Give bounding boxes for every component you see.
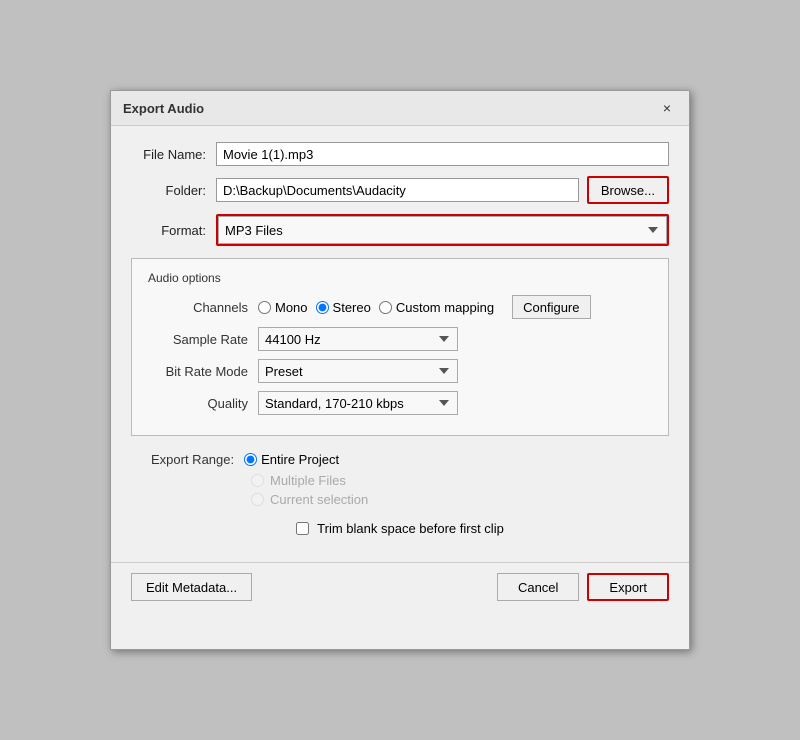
bit-rate-mode-select[interactable]: Preset Variable Average Constant bbox=[258, 359, 458, 383]
channels-radio-group: Mono Stereo Custom mapping Configure bbox=[258, 295, 591, 319]
channels-row: Channels Mono Stereo Custom mapping Conf bbox=[148, 295, 652, 319]
custom-mapping-option[interactable]: Custom mapping bbox=[379, 300, 494, 315]
trim-label: Trim blank space before first clip bbox=[317, 521, 504, 536]
audio-options-title: Audio options bbox=[148, 271, 652, 285]
folder-label: Folder: bbox=[131, 183, 216, 198]
multiple-files-radio[interactable] bbox=[251, 474, 264, 487]
file-name-row: File Name: bbox=[131, 142, 669, 166]
bit-rate-mode-label: Bit Rate Mode bbox=[148, 364, 258, 379]
sample-rate-select[interactable]: 8000 Hz 11025 Hz 16000 Hz 22050 Hz 44100… bbox=[258, 327, 458, 351]
browse-button[interactable]: Browse... bbox=[587, 176, 669, 204]
dialog-content: File Name: Folder: Browse... Format: MP3… bbox=[111, 126, 689, 552]
trim-checkbox[interactable] bbox=[296, 522, 309, 535]
mono-label: Mono bbox=[275, 300, 308, 315]
folder-row: Folder: Browse... bbox=[131, 176, 669, 204]
entire-project-radio[interactable] bbox=[244, 453, 257, 466]
trim-checkbox-row: Trim blank space before first clip bbox=[131, 521, 669, 536]
bottom-right-buttons: Cancel Export bbox=[497, 573, 669, 601]
export-range-section: Export Range: Entire Project Multiple Fi… bbox=[131, 452, 669, 507]
quality-label: Quality bbox=[148, 396, 258, 411]
audio-options-box: Audio options Channels Mono Stereo Cus bbox=[131, 258, 669, 436]
format-select[interactable]: MP3 Files WAV (Microsoft) AIFF (Apple) O… bbox=[218, 216, 667, 244]
export-range-title-row: Export Range: Entire Project bbox=[151, 452, 649, 467]
current-selection-option[interactable]: Current selection bbox=[151, 492, 649, 507]
format-label: Format: bbox=[131, 223, 216, 238]
mono-option[interactable]: Mono bbox=[258, 300, 308, 315]
bottom-bar: Edit Metadata... Cancel Export bbox=[111, 562, 689, 611]
export-audio-dialog: Export Audio × File Name: Folder: Browse… bbox=[110, 90, 690, 650]
custom-mapping-label: Custom mapping bbox=[396, 300, 494, 315]
quality-row: Quality Standard, 170-210 kbps Medium, 1… bbox=[148, 391, 652, 415]
entire-project-option[interactable]: Entire Project bbox=[244, 452, 339, 467]
custom-radio[interactable] bbox=[379, 301, 392, 314]
stereo-label: Stereo bbox=[333, 300, 371, 315]
mono-radio[interactable] bbox=[258, 301, 271, 314]
export-range-label: Export Range: bbox=[151, 452, 234, 467]
sample-rate-label: Sample Rate bbox=[148, 332, 258, 347]
folder-input[interactable] bbox=[216, 178, 579, 202]
edit-metadata-button[interactable]: Edit Metadata... bbox=[131, 573, 252, 601]
current-selection-radio[interactable] bbox=[251, 493, 264, 506]
channels-label: Channels bbox=[148, 300, 258, 315]
export-button[interactable]: Export bbox=[587, 573, 669, 601]
file-name-label: File Name: bbox=[131, 147, 216, 162]
multiple-files-label: Multiple Files bbox=[270, 473, 346, 488]
stereo-option[interactable]: Stereo bbox=[316, 300, 371, 315]
dialog-title: Export Audio bbox=[123, 101, 204, 116]
cancel-button[interactable]: Cancel bbox=[497, 573, 579, 601]
quality-select[interactable]: Standard, 170-210 kbps Medium, 145-185 k… bbox=[258, 391, 458, 415]
format-select-wrapper: MP3 Files WAV (Microsoft) AIFF (Apple) O… bbox=[216, 214, 669, 246]
bit-rate-mode-row: Bit Rate Mode Preset Variable Average Co… bbox=[148, 359, 652, 383]
title-bar: Export Audio × bbox=[111, 91, 689, 126]
format-row: Format: MP3 Files WAV (Microsoft) AIFF (… bbox=[131, 214, 669, 246]
multiple-files-option[interactable]: Multiple Files bbox=[151, 473, 649, 488]
file-name-input[interactable] bbox=[216, 142, 669, 166]
sample-rate-row: Sample Rate 8000 Hz 11025 Hz 16000 Hz 22… bbox=[148, 327, 652, 351]
entire-project-label: Entire Project bbox=[261, 452, 339, 467]
current-selection-label: Current selection bbox=[270, 492, 368, 507]
configure-button[interactable]: Configure bbox=[512, 295, 590, 319]
stereo-radio[interactable] bbox=[316, 301, 329, 314]
close-button[interactable]: × bbox=[657, 99, 677, 117]
